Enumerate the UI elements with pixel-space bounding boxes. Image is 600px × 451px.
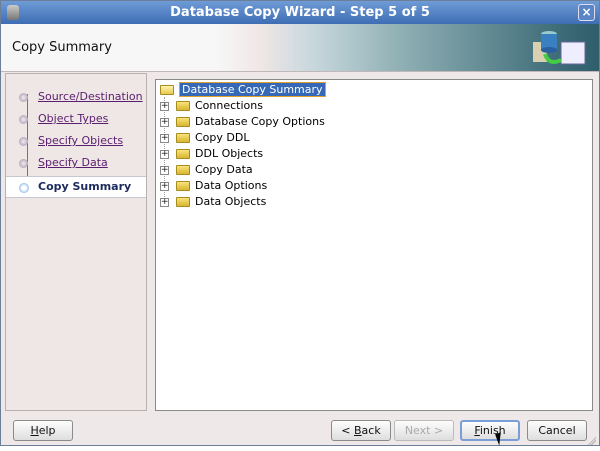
button-label: Next > [404, 424, 444, 437]
folder-icon [176, 197, 190, 207]
open-folder-icon [160, 85, 174, 95]
folder-icon [176, 133, 190, 143]
step-icon [19, 93, 28, 102]
button-label: ack [361, 424, 381, 437]
step-icon [19, 115, 28, 124]
expand-icon[interactable]: + [160, 118, 169, 127]
button-label: Cancel [538, 424, 576, 437]
finish-button[interactable]: Finish [460, 420, 520, 441]
expand-icon[interactable]: + [160, 182, 169, 191]
expand-icon[interactable]: + [160, 134, 169, 143]
wizard-header: Copy Summary [1, 24, 599, 72]
summary-tree: Database Copy Summary + Connections + Data… [155, 79, 593, 411]
window-title: Database Copy Wizard - Step 5 of 5 [170, 5, 430, 20]
mnemonic: H [30, 424, 39, 437]
tree-node-label: Copy Data [195, 163, 253, 176]
button-label: < [341, 424, 354, 437]
next-button[interactable]: Next > [394, 420, 454, 441]
folder-icon [176, 117, 190, 127]
step-specify-objects[interactable]: Specify Objects [6, 131, 146, 151]
wizard-window: Database Copy Wizard - Step 5 of 5 × Cop… [0, 0, 600, 446]
step-label: Copy Summary [38, 180, 132, 193]
step-specify-data[interactable]: Specify Data [6, 153, 146, 173]
tree-node-label: Copy DDL [195, 131, 250, 144]
mnemonic: B [354, 424, 362, 437]
page-title: Copy Summary [12, 40, 112, 55]
database-app-icon [7, 5, 19, 20]
button-label: elp [38, 424, 56, 437]
step-label: Specify Objects [38, 134, 124, 147]
folder-icon [176, 149, 190, 159]
folder-icon [176, 181, 190, 191]
tree-node-label: DDL Objects [195, 147, 264, 160]
help-button[interactable]: Help [13, 420, 73, 441]
current-step-icon [19, 183, 29, 193]
resize-grip[interactable] [588, 437, 596, 445]
folder-icon [176, 101, 190, 111]
expand-icon[interactable]: + [160, 102, 169, 111]
tree-node-label: Connections [195, 99, 263, 112]
expand-icon[interactable]: + [160, 150, 169, 159]
database-copy-icon [533, 31, 586, 65]
expand-icon[interactable]: + [160, 166, 169, 175]
step-label: Specify Data [38, 156, 108, 169]
close-icon[interactable]: × [578, 4, 595, 21]
step-label: Object Types [38, 112, 109, 125]
folder-icon [176, 165, 190, 175]
back-button[interactable]: < Back [331, 420, 391, 441]
step-icon [19, 159, 28, 168]
tree-root[interactable]: Database Copy Summary [160, 82, 326, 98]
steps-panel: Source/Destination Object Types Specify … [5, 73, 147, 411]
step-label: Source/Destination [38, 90, 143, 103]
tree-node-label: Database Copy Options [195, 115, 325, 128]
expand-icon[interactable]: + [160, 198, 169, 207]
title-bar: Database Copy Wizard - Step 5 of 5 × [1, 1, 599, 24]
step-source-destination[interactable]: Source/Destination [6, 87, 146, 107]
tree-root-label: Database Copy Summary [179, 82, 326, 97]
step-icon [19, 137, 28, 146]
cancel-button[interactable]: Cancel [527, 420, 587, 441]
step-object-types[interactable]: Object Types [6, 109, 146, 129]
tree-node-label: Data Objects [195, 195, 267, 208]
tree-node-label: Data Options [195, 179, 268, 192]
step-copy-summary[interactable]: Copy Summary [6, 176, 146, 198]
